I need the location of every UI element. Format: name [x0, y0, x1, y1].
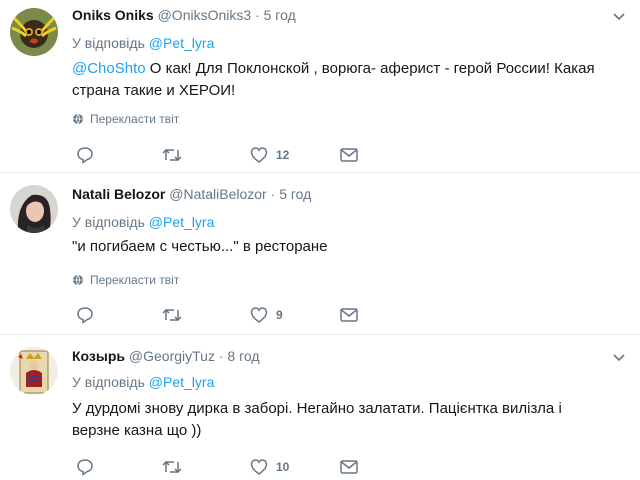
- chevron-down-icon[interactable]: [612, 10, 626, 24]
- reply-icon: [77, 307, 93, 324]
- like-count: 9: [276, 308, 283, 322]
- tweet-actions: 10: [72, 456, 372, 478]
- tweet-header: Козырь @GeorgiyTuz · 8 год: [72, 347, 600, 365]
- tweet-header: Natali Belozor @NataliBelozor · 5 год: [72, 185, 600, 203]
- message-button[interactable]: [340, 456, 358, 478]
- retweet-button[interactable]: [162, 144, 182, 166]
- tweet-header: Oniks Oniks @OniksOniks3 · 5 год: [72, 6, 600, 24]
- separator: ·: [255, 7, 260, 23]
- avatar[interactable]: [10, 8, 58, 56]
- message-icon: [340, 308, 358, 322]
- tweet-text: У дурдомі знову дирка в заборі. Негайно …: [72, 398, 610, 442]
- separator: ·: [270, 186, 276, 202]
- reply-button[interactable]: [76, 456, 94, 478]
- user-handle[interactable]: @OniksOniks3: [158, 7, 252, 23]
- mention-link[interactable]: @ChoShto: [72, 60, 146, 77]
- reply-icon: [77, 459, 93, 476]
- display-name[interactable]: Oniks Oniks: [72, 7, 154, 23]
- tweet-body: О как! Для Поклонской , ворюга- аферист …: [72, 60, 595, 99]
- reply-icon: [77, 147, 93, 164]
- timestamp[interactable]: 5 год: [279, 186, 311, 202]
- reply-context: У відповідь @Pet_lyra: [72, 373, 214, 391]
- like-icon: [250, 307, 268, 323]
- message-icon: [340, 460, 358, 474]
- display-name[interactable]: Козырь: [72, 348, 125, 364]
- translate-tweet-link[interactable]: Перекласти твіт: [72, 111, 179, 127]
- like-icon: [250, 147, 268, 163]
- translate-label: Перекласти твіт: [90, 273, 180, 287]
- message-button[interactable]: [340, 144, 358, 166]
- timestamp[interactable]: 8 год: [227, 348, 259, 364]
- reply-prefix: У відповідь: [72, 35, 145, 51]
- like-button[interactable]: 9: [250, 304, 283, 326]
- tweet-actions: 9: [72, 304, 372, 326]
- reply-to-link[interactable]: @Pet_lyra: [149, 214, 215, 230]
- reply-prefix: У відповідь: [72, 374, 145, 390]
- retweet-button[interactable]: [162, 456, 182, 478]
- retweet-button[interactable]: [162, 304, 182, 326]
- retweet-icon: [162, 308, 182, 322]
- message-icon: [340, 148, 358, 162]
- like-count: 10: [276, 460, 290, 474]
- reply-prefix: У відповідь: [72, 214, 145, 230]
- tweet-card[interactable]: Oniks Oniks @OniksOniks3 · 5 год У відпо…: [0, 0, 640, 173]
- display-name[interactable]: Natali Belozor: [72, 186, 165, 202]
- avatar[interactable]: [10, 347, 58, 395]
- like-button[interactable]: 12: [250, 144, 289, 166]
- retweet-icon: [162, 460, 182, 474]
- globe-icon: [73, 113, 83, 125]
- like-icon: [250, 459, 268, 475]
- reply-to-link[interactable]: @Pet_lyra: [149, 35, 215, 51]
- reply-button[interactable]: [76, 144, 94, 166]
- like-button[interactable]: 10: [250, 456, 289, 478]
- translate-label: Перекласти твіт: [90, 112, 180, 126]
- reply-to-link[interactable]: @Pet_lyra: [149, 374, 215, 390]
- tweet-card[interactable]: Natali Belozor @NataliBelozor · 5 год У …: [0, 173, 640, 335]
- user-handle[interactable]: @GeorgiyTuz: [129, 348, 215, 364]
- tweet-card[interactable]: Козырь @GeorgiyTuz · 8 год У відповідь @…: [0, 335, 640, 480]
- retweet-icon: [162, 148, 182, 162]
- translate-tweet-link[interactable]: Перекласти твіт: [72, 272, 179, 288]
- separator: ·: [218, 348, 224, 364]
- tweet-text: "и погибаем с честью..." в ресторане: [72, 236, 610, 258]
- tweet-actions: 12: [72, 144, 372, 166]
- like-count: 12: [276, 148, 290, 162]
- reply-button[interactable]: [76, 304, 94, 326]
- tweet-text: @ChoShto О как! Для Поклонской , ворюга-…: [72, 58, 610, 102]
- user-handle[interactable]: @NataliBelozor: [169, 186, 266, 202]
- tweet-body: У дурдомі знову дирка в заборі. Негайно …: [72, 400, 562, 439]
- tweet-body: "и погибаем с честью..." в ресторане: [72, 238, 328, 255]
- timestamp[interactable]: 5 год: [264, 7, 296, 23]
- message-button[interactable]: [340, 304, 358, 326]
- reply-context: У відповідь @Pet_lyra: [72, 213, 214, 231]
- globe-icon: [73, 274, 83, 286]
- reply-context: У відповідь @Pet_lyra: [72, 34, 214, 52]
- avatar[interactable]: [10, 185, 58, 233]
- chevron-down-icon[interactable]: [612, 351, 626, 365]
